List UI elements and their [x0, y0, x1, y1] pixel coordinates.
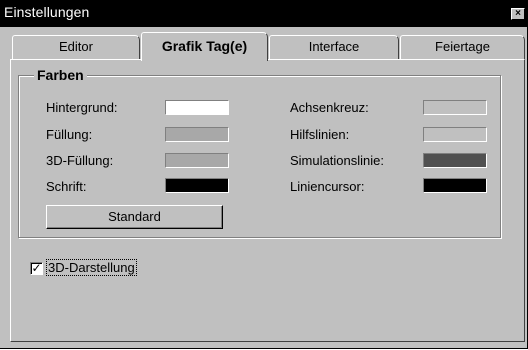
hilfslinien-label: Hilfslinien:	[290, 127, 350, 142]
tab-label: Interface	[308, 39, 360, 54]
tab-label: Feiertage	[435, 39, 490, 54]
achsenkreuz-color-swatch[interactable]	[423, 100, 487, 115]
3d-fuellung-color-swatch[interactable]	[165, 153, 229, 168]
hintergrund-color-swatch[interactable]	[165, 100, 229, 115]
fuellung-label: Füllung:	[46, 127, 93, 142]
3d-fuellung-label: 3D-Füllung:	[46, 153, 114, 168]
tab-label: Grafik Tag(e)	[161, 38, 248, 54]
close-icon[interactable]: ×	[511, 8, 525, 20]
achsenkreuz-label: Achsenkreuz:	[290, 100, 369, 115]
settings-dialog: Einstellungen × Editor Grafik Tag(e) Int…	[0, 0, 528, 349]
check-mark-icon: ✓	[31, 261, 42, 275]
simulationslinie-color-swatch[interactable]	[423, 153, 487, 168]
simulationslinie-label: Simulationslinie:	[290, 153, 384, 168]
fuellung-color-swatch[interactable]	[165, 127, 229, 142]
title-bar: Einstellungen ×	[0, 0, 527, 27]
schrift-label: Schrift:	[46, 179, 87, 194]
schrift-color-swatch[interactable]	[165, 178, 229, 193]
liniencursor-color-swatch[interactable]	[423, 178, 487, 193]
liniencursor-label: Liniencursor:	[290, 179, 365, 194]
window-title: Einstellungen	[4, 4, 90, 20]
3d-darstellung-label[interactable]: 3D-Darstellung	[46, 259, 137, 276]
3d-darstellung-checkbox[interactable]: ✓	[30, 262, 43, 275]
tab-editor[interactable]: Editor	[12, 35, 140, 59]
hilfslinien-color-swatch[interactable]	[423, 127, 487, 142]
tab-grafik-tage[interactable]: Grafik Tag(e)	[141, 32, 268, 61]
standard-button[interactable]: Standard	[46, 205, 223, 229]
tab-feiertage[interactable]: Feiertage	[400, 35, 525, 59]
farben-group-title: Farben	[34, 67, 87, 83]
tab-label: Editor	[59, 39, 93, 54]
hintergrund-label: Hintergrund:	[46, 100, 118, 115]
tab-interface[interactable]: Interface	[269, 35, 399, 59]
